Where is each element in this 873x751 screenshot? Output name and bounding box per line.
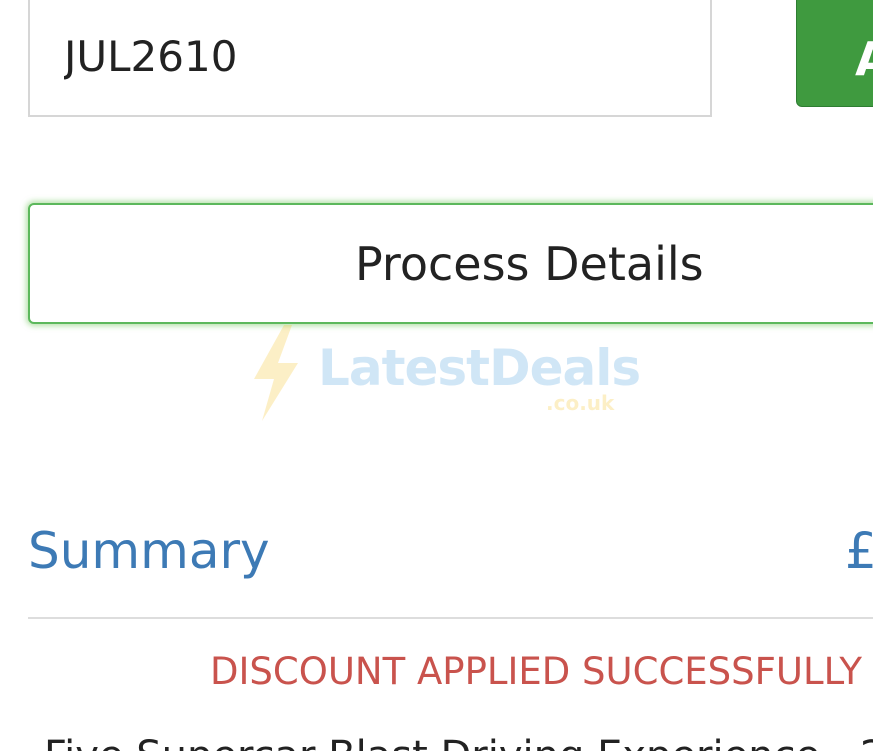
summary-heading: Summary xyxy=(28,522,270,580)
latestdeals-watermark: LatestDeals .co.uk xyxy=(248,325,641,425)
order-line-item: Five Supercar Blast Driving Experience -… xyxy=(44,733,873,751)
watermark-tld: .co.uk xyxy=(546,391,615,415)
promo-code-input[interactable] xyxy=(28,0,712,117)
apply-button[interactable]: A xyxy=(796,0,873,107)
lightning-bolt-icon xyxy=(254,325,298,421)
discount-status-message: DISCOUNT APPLIED SUCCESSFULLY xyxy=(210,650,862,693)
summary-divider xyxy=(28,617,873,619)
process-details-button[interactable]: Process Details xyxy=(28,203,873,324)
process-details-label: Process Details xyxy=(355,237,704,291)
summary-total: £ xyxy=(845,522,873,580)
watermark-brand: LatestDeals xyxy=(318,339,641,397)
checkout-page: A Process Details LatestDeals .co.uk Sum… xyxy=(0,0,873,751)
